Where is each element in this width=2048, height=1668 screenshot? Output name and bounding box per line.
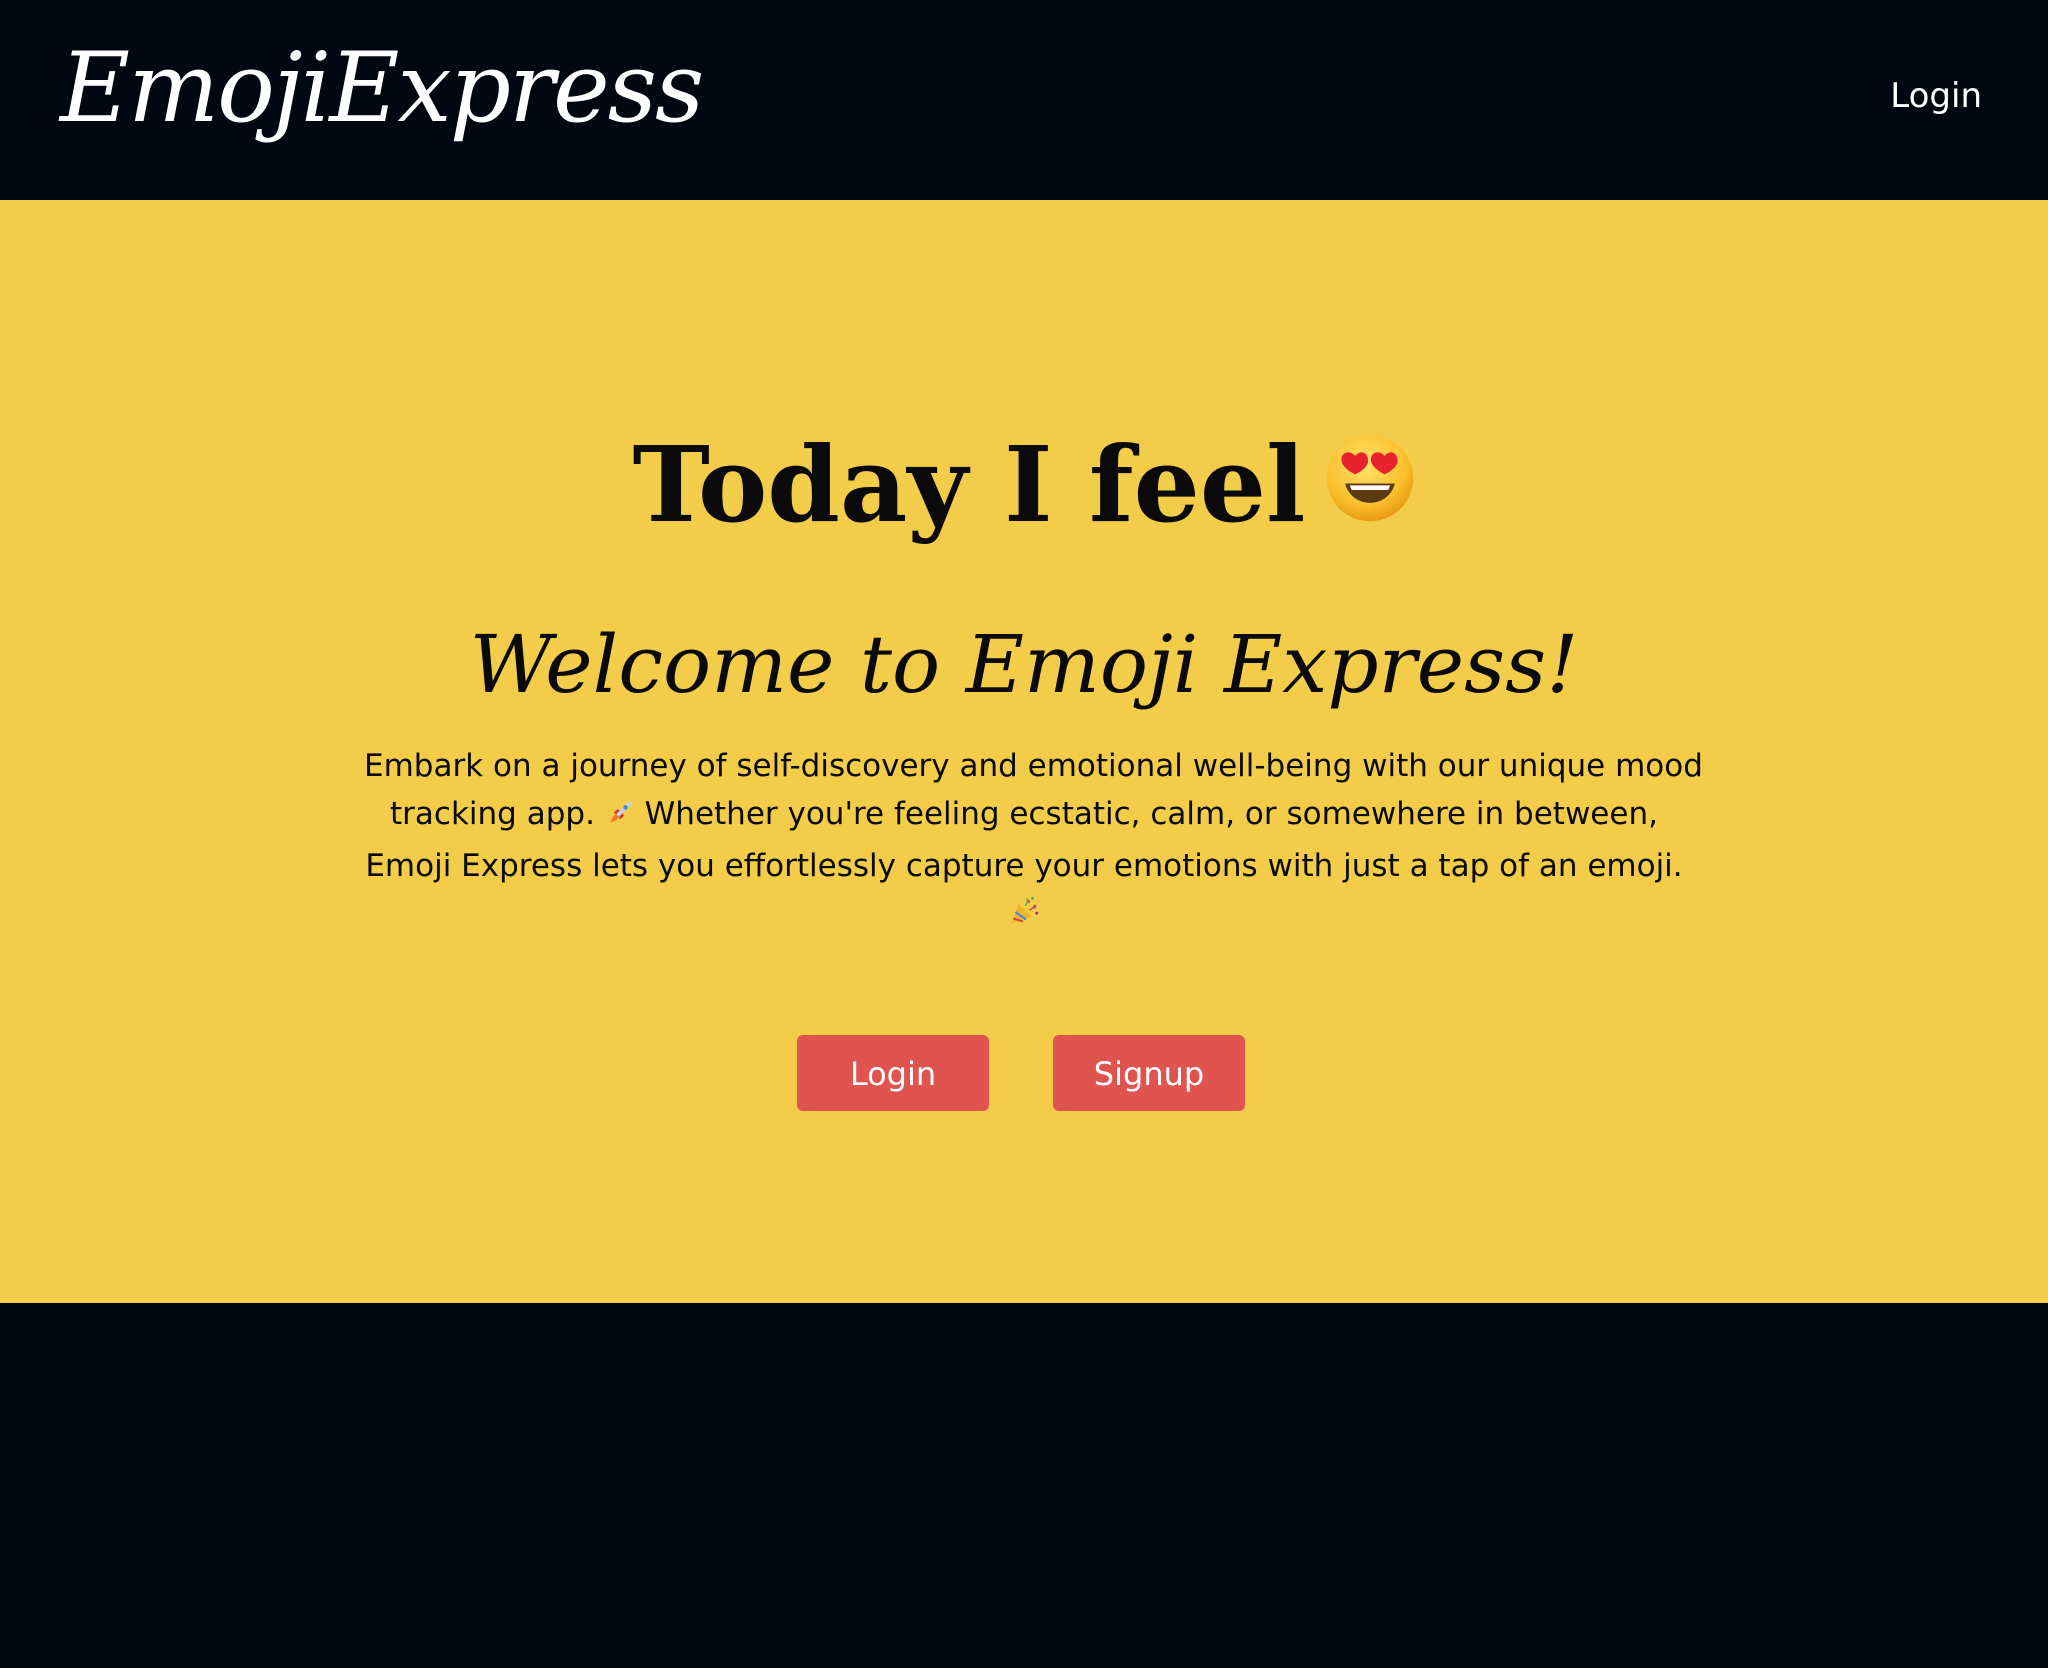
hero-title-text: Today I feel [632,423,1306,546]
description-line-1: Embark on a journey of self-discovery an… [364,748,1703,784]
heart-eyes-face-icon [1324,423,1416,553]
nav-login-link[interactable]: Login [1890,68,1982,124]
rocket-icon [605,794,635,842]
brand-logo[interactable]: EmojiExpress [60,28,704,148]
login-button[interactable]: Login [797,1035,989,1111]
footer [0,1303,2048,1668]
top-navbar: EmojiExpress Login [0,0,2048,200]
description-line-2-end: Whether you're feeling ecstatic, calm, o… [644,796,1658,832]
signup-button[interactable]: Signup [1053,1035,1245,1111]
description-line-4 [364,890,1684,942]
hero-section: Today I feel Welcome to Emoji Express! E… [0,200,2048,1303]
description-line-2: tracking app. Whether you're feeling ecs… [364,790,1684,842]
description-line-2-start: tracking app. [390,796,595,832]
hero-title: Today I feel [0,420,2048,559]
hero-subtitle: Welcome to Emoji Express! [469,618,1579,711]
description-line-3: Emoji Express lets you effortlessly capt… [365,848,1683,884]
hero-description: Embark on a journey of self-discovery an… [364,742,1703,942]
party-popper-icon [1007,894,1041,942]
